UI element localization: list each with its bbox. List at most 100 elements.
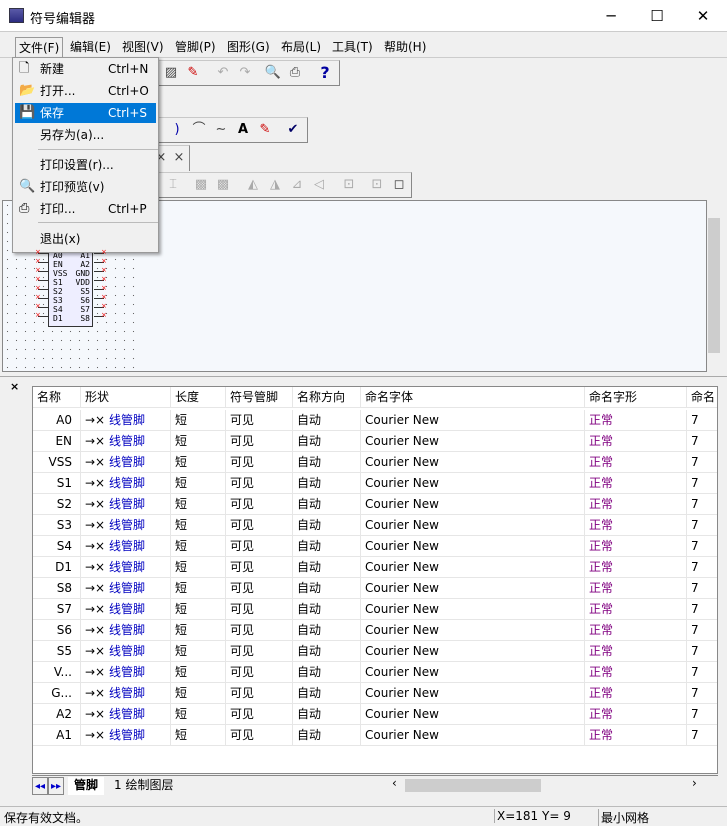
column-header[interactable]: 命名字体 xyxy=(361,387,585,408)
resize-icon[interactable]: ◻ xyxy=(389,176,409,194)
column-header[interactable]: 名称方向 xyxy=(293,387,361,408)
menu-0[interactable]: 文件(F) xyxy=(15,37,64,58)
bring-front-icon[interactable]: ▩ xyxy=(191,176,211,194)
table-row[interactable]: A0 →× 线管脚短可见 自动 Courier New 正常 7 xyxy=(33,410,717,431)
column-header[interactable]: 名称 xyxy=(33,387,81,408)
menu-2[interactable]: 视图(V) xyxy=(119,37,167,56)
tab-first-button[interactable]: ◂◂ xyxy=(32,777,49,795)
menu-item-2[interactable]: 💾 保存 Ctrl+S xyxy=(15,103,156,123)
menu-item-3[interactable]: 另存为(a)... xyxy=(15,125,156,145)
flip-horizontal-icon[interactable]: ⊿ xyxy=(287,176,307,194)
close-icon[interactable]: × xyxy=(169,149,189,167)
menu-item-label: 打印... xyxy=(40,202,76,216)
table-cell: V... xyxy=(33,662,81,683)
redo-icon[interactable]: ↷ xyxy=(235,64,255,82)
table-row[interactable]: A2 →× 线管脚短可见 自动 Courier New 正常 7 xyxy=(33,704,717,725)
table-cell: 短 xyxy=(171,557,226,578)
table-cell: 可见 xyxy=(226,704,293,725)
menu-4[interactable]: 图形(G) xyxy=(224,37,273,56)
menu-5[interactable]: 布局(L) xyxy=(278,37,324,56)
curve-icon[interactable]: ∼ xyxy=(211,121,231,139)
column-header[interactable]: 命名字形 xyxy=(585,387,687,408)
line-pin-icon: →× xyxy=(85,539,109,553)
menu-item-1[interactable]: 📂 打开... Ctrl+O xyxy=(15,81,156,101)
table-row[interactable]: A1 →× 线管脚短可见 自动 Courier New 正常 7 xyxy=(33,725,717,746)
menu-7[interactable]: 帮助(H) xyxy=(381,37,429,56)
column-header[interactable]: 形状 xyxy=(81,387,171,408)
menu-item-4[interactable]: 打印设置(r)... xyxy=(15,155,156,175)
table-row[interactable]: S8 →× 线管脚短可见 自动 Courier New 正常 7 xyxy=(33,578,717,599)
table-cell: 7 xyxy=(687,452,717,473)
flip-vertical-icon[interactable]: ◁ xyxy=(309,176,329,194)
menu-item-label: 打印设置(r)... xyxy=(40,158,114,172)
image-icon[interactable]: ▨ xyxy=(161,64,181,82)
table-cell: →× 线管脚 xyxy=(81,662,171,683)
table-cell: →× 线管脚 xyxy=(81,725,171,746)
send-back-icon[interactable]: ▩ xyxy=(213,176,233,194)
table-row[interactable]: S1 →× 线管脚短可见 自动 Courier New 正常 7 xyxy=(33,473,717,494)
menu-1[interactable]: 编辑(E) xyxy=(67,37,114,56)
pin-marker-icon: × xyxy=(35,275,41,283)
table-row[interactable]: D1 →× 线管脚短可见 自动 Courier New 正常 7 xyxy=(33,557,717,578)
menu-item-5[interactable]: 🔍 打印预览(v) xyxy=(15,177,156,197)
distribute-icon[interactable]: ⌶ xyxy=(163,176,183,194)
table-row[interactable]: S6 →× 线管脚短可见 自动 Courier New 正常 7 xyxy=(33,620,717,641)
table-cell: Courier New xyxy=(361,494,585,515)
maximize-button[interactable]: ☐ xyxy=(634,0,680,32)
column-header[interactable]: 长度 xyxy=(171,387,226,408)
table-cell: →× 线管脚 xyxy=(81,578,171,599)
menu-item-7[interactable]: 退出(x) xyxy=(15,229,156,249)
ungroup-icon[interactable]: ⊡ xyxy=(367,176,387,194)
tab-draw-layer[interactable]: 1 绘制图层 xyxy=(108,777,179,795)
tab-last-button[interactable]: ▸▸ xyxy=(48,777,65,795)
symbol-body[interactable]: A0 EN VSS S1 S2 S3 S4 D1 A1 A2 GND VDD S5 S6 S7 S8 xyxy=(48,248,93,327)
printer-icon[interactable]: ⎙ xyxy=(285,64,305,82)
table-row[interactable]: S7 →× 线管脚短可见 自动 Courier New 正常 7 xyxy=(33,599,717,620)
text-tool-icon[interactable]: A xyxy=(233,121,253,139)
undo-icon[interactable]: ↶ xyxy=(213,64,233,82)
panel-close-button[interactable]: × xyxy=(10,380,19,393)
scrollbar-thumb[interactable] xyxy=(708,218,720,353)
close-button[interactable]: ✕ xyxy=(680,0,726,32)
rotate-right-icon[interactable]: ◮ xyxy=(265,176,285,194)
edit-symbol-icon[interactable]: ✎ xyxy=(183,64,203,82)
menu-item-6[interactable]: ⎙ 打印... Ctrl+P xyxy=(15,199,156,219)
line-pin-icon: →× xyxy=(85,602,109,616)
tab-pins[interactable]: 管脚 xyxy=(68,777,105,795)
table-row[interactable]: S2 →× 线管脚短可见 自动 Courier New 正常 7 xyxy=(33,494,717,515)
menu-6[interactable]: 工具(T) xyxy=(329,37,376,56)
pin-marker-icon: × xyxy=(101,257,107,265)
check-icon[interactable]: ✔ xyxy=(283,121,303,139)
menu-3[interactable]: 管脚(P) xyxy=(172,37,219,56)
table-cell: Courier New xyxy=(361,620,585,641)
table-cell: 自动 xyxy=(293,599,361,620)
canvas-area[interactable] xyxy=(135,201,705,371)
table-row[interactable]: VSS →× 线管脚短可见 自动 Courier New 正常 7 xyxy=(33,452,717,473)
scroll-right-icon[interactable]: › xyxy=(692,776,697,790)
arc-icon[interactable]: ⌒ xyxy=(189,121,209,139)
print-preview-icon[interactable]: 🔍 xyxy=(263,64,283,82)
scroll-left-icon[interactable]: ‹ xyxy=(392,776,397,790)
table-row[interactable]: S4 →× 线管脚短可见 自动 Courier New 正常 7 xyxy=(33,536,717,557)
table-row[interactable]: S3 →× 线管脚短可见 自动 Courier New 正常 7 xyxy=(33,515,717,536)
table-row[interactable]: EN →× 线管脚短可见 自动 Courier New 正常 7 xyxy=(33,431,717,452)
edit-symbol-icon[interactable]: ✎ xyxy=(255,121,275,139)
column-header[interactable]: 命名 xyxy=(687,387,717,408)
menu-item-0[interactable]: 🗋 新建 Ctrl+N xyxy=(15,59,156,79)
pin-marker-icon: × xyxy=(101,248,107,256)
table-cell: 短 xyxy=(171,620,226,641)
table-cell: S8 xyxy=(33,578,81,599)
column-header[interactable]: 符号管脚 xyxy=(226,387,293,408)
minimize-button[interactable]: ─ xyxy=(588,0,634,32)
group-icon[interactable]: ⊡ xyxy=(339,176,359,194)
table-row[interactable]: S5 →× 线管脚短可见 自动 Courier New 正常 7 xyxy=(33,641,717,662)
scrollbar-thumb[interactable] xyxy=(405,779,541,792)
table-cell: 可见 xyxy=(226,473,293,494)
rotate-left-icon[interactable]: ◭ xyxy=(243,176,263,194)
table-cell: 正常 xyxy=(585,725,687,746)
table-row[interactable]: G... →× 线管脚短可见 自动 Courier New 正常 7 xyxy=(33,683,717,704)
table-cell: Courier New xyxy=(361,641,585,662)
arc-right-icon[interactable]: ) xyxy=(167,121,187,139)
table-row[interactable]: V... →× 线管脚短可见 自动 Courier New 正常 7 xyxy=(33,662,717,683)
help-icon[interactable]: ? xyxy=(315,64,335,82)
